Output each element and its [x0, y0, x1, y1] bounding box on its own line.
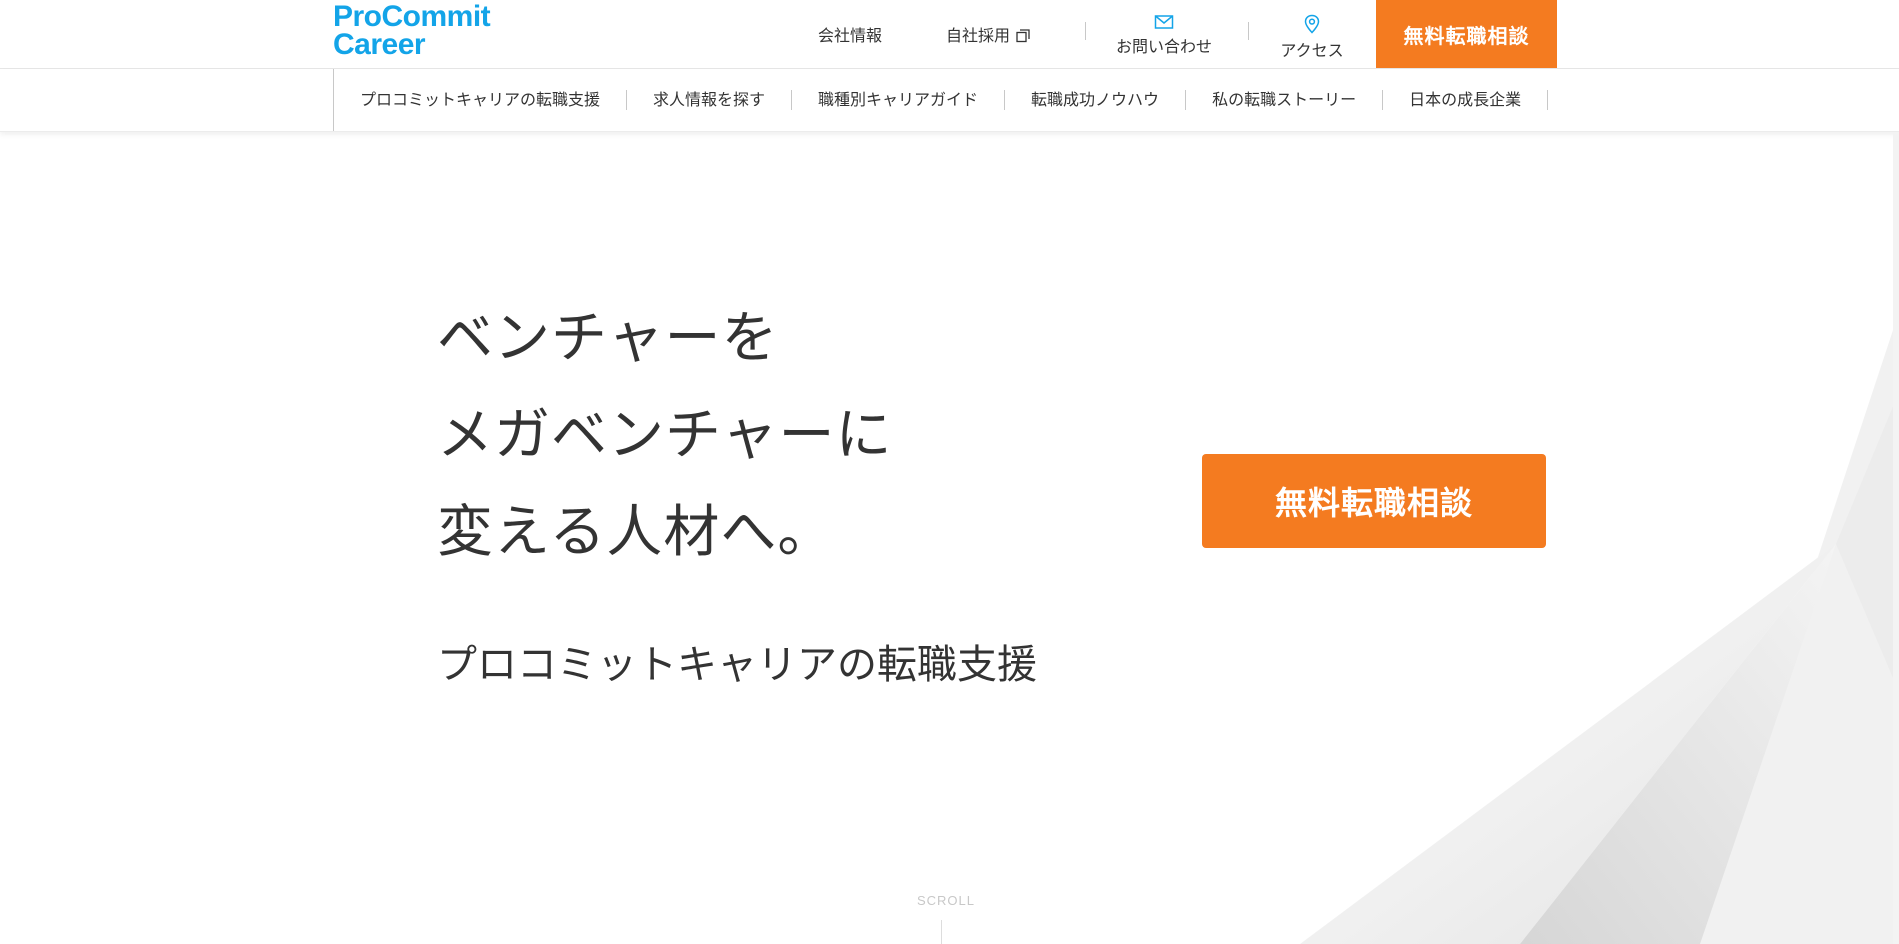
logo[interactable]: ProCommit Career — [333, 0, 491, 61]
global-nav: プロコミットキャリアの転職支援 求人情報を探す 職種別キャリアガイド 転職成功ノ… — [0, 69, 1899, 132]
header-divider — [1085, 22, 1086, 40]
nav-item-jobs[interactable]: 求人情報を探す — [627, 90, 793, 110]
nav-item-growth-companies[interactable]: 日本の成長企業 — [1383, 90, 1549, 110]
contact-link[interactable]: お問い合わせ — [1104, 14, 1224, 57]
hero-title-line: 変える人材へ。 — [437, 500, 835, 565]
map-pin-icon — [1304, 14, 1320, 34]
nav-item-career-guide[interactable]: 職種別キャリアガイド — [792, 90, 1006, 110]
logo-line1: ProCommit — [333, 0, 491, 33]
company-info-link[interactable]: 会社情報 — [818, 22, 882, 46]
hero-background-graphic — [1300, 312, 1899, 944]
top-header: ProCommit Career 会社情報 自社採用 お問い合わせ アクセス 無… — [0, 0, 1899, 69]
hero-title: ベンチャーを メガベンチャーに 変える人材へ。 — [437, 290, 892, 581]
access-link-label: アクセス — [1280, 41, 1344, 60]
hero-title-line: ベンチャーを — [437, 306, 779, 371]
hero-subtitle: プロコミットキャリアの転職支援 — [437, 642, 1037, 688]
envelope-icon — [1154, 15, 1174, 29]
external-window-icon — [1016, 28, 1030, 47]
scroll-indicator-line — [941, 920, 942, 944]
scroll-indicator-label: SCROLL — [916, 893, 976, 908]
recruit-link[interactable]: 自社採用 — [946, 22, 1030, 47]
global-nav-list: プロコミットキャリアの転職支援 求人情報を探す 職種別キャリアガイド 転職成功ノ… — [333, 69, 1549, 131]
nav-item-know-how[interactable]: 転職成功ノウハウ — [1005, 90, 1187, 110]
logo-line2: Career — [333, 28, 426, 61]
page-scrollbar[interactable] — [1893, 132, 1899, 944]
contact-link-label: お問い合わせ — [1115, 37, 1212, 56]
nav-item-stories[interactable]: 私の転職ストーリー — [1186, 90, 1384, 110]
header-divider — [1248, 22, 1249, 40]
header-consultation-button[interactable]: 無料転職相談 — [1376, 0, 1557, 68]
recruit-link-label: 自社採用 — [946, 26, 1011, 45]
nav-item-support[interactable]: プロコミットキャリアの転職支援 — [334, 90, 628, 110]
hero-title-line: メガベンチャーに — [437, 403, 893, 468]
access-link[interactable]: アクセス — [1252, 14, 1372, 61]
hero-consultation-button[interactable]: 無料転職相談 — [1202, 454, 1546, 548]
